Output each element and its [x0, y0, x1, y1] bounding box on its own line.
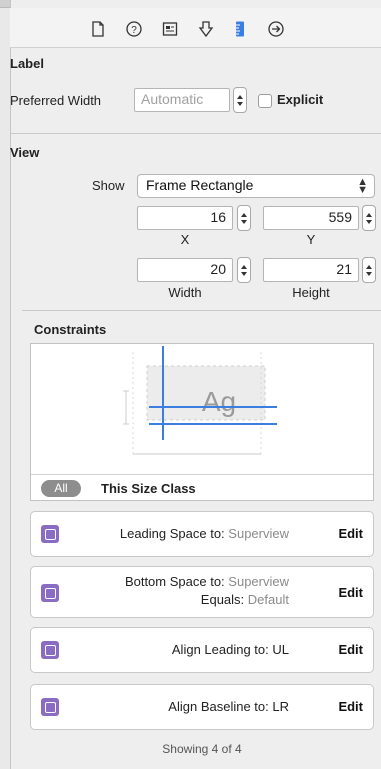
- constraint-row-align-leading[interactable]: Align Leading to: UL Edit: [30, 627, 374, 673]
- y-label: Y: [306, 232, 316, 247]
- edit-button[interactable]: Edit: [338, 585, 363, 600]
- constraint-row-bottom-space[interactable]: Bottom Space to: Superview Equals: Defau…: [30, 566, 374, 618]
- constraints-section-title: Constraints: [34, 322, 107, 337]
- attributes-icon: [198, 21, 214, 38]
- constraint-equals-text: Equals: Default: [200, 592, 289, 607]
- inspector-tab-bar: ?: [10, 8, 381, 48]
- width-label: Width: [168, 285, 202, 300]
- constraints-count: Showing 4 of 4: [162, 742, 242, 756]
- height-field[interactable]: 21: [263, 258, 359, 282]
- constraint-diagram: Ag: [123, 346, 277, 455]
- width-stepper[interactable]: [237, 257, 251, 283]
- id-card-icon: [162, 22, 178, 36]
- width-field[interactable]: 20: [137, 258, 233, 282]
- section-divider: [22, 310, 381, 311]
- attributes-inspector-tab[interactable]: [195, 18, 217, 40]
- height-stepper[interactable]: [362, 257, 376, 283]
- constraints-preview: Ag All This Size Class: [30, 343, 374, 501]
- label-section-title: Label: [10, 56, 44, 71]
- this-size-class-toggle[interactable]: This Size Class: [101, 481, 196, 496]
- view-section-title: View: [10, 145, 40, 160]
- preview-sample-text: Ag: [202, 386, 236, 417]
- preferred-width-field[interactable]: Automatic: [134, 88, 230, 112]
- explicit-label: Explicit: [277, 92, 324, 107]
- height-label: Height: [292, 285, 330, 300]
- show-popup-value: Frame Rectangle: [146, 177, 254, 193]
- preview-divider: [31, 474, 373, 475]
- y-stepper[interactable]: [362, 205, 376, 231]
- constraint-text: Align Leading to: UL: [171, 642, 289, 657]
- identity-inspector-tab[interactable]: [159, 18, 181, 40]
- size-inspector-tab[interactable]: [229, 18, 251, 40]
- y-field[interactable]: 559: [263, 206, 359, 230]
- constraint-text: Leading Space to: Superview: [119, 526, 289, 541]
- x-label: X: [180, 232, 190, 247]
- quick-help-tab[interactable]: ?: [123, 18, 145, 40]
- all-size-classes-toggle[interactable]: All: [41, 480, 81, 497]
- x-stepper[interactable]: [237, 205, 251, 231]
- show-popup[interactable]: Frame Rectangle ▲ ▼: [137, 174, 375, 198]
- x-field[interactable]: 16: [137, 206, 233, 230]
- explicit-checkbox[interactable]: [258, 94, 272, 108]
- section-divider: [10, 133, 381, 134]
- help-icon: ?: [126, 21, 142, 37]
- connections-inspector-tab[interactable]: [265, 18, 287, 40]
- constraint-leading-icon: [41, 525, 59, 543]
- preferred-width-stepper[interactable]: [233, 87, 247, 113]
- popup-arrows-icon: ▲ ▼: [357, 176, 368, 196]
- constraint-text: Align Baseline to: LR: [168, 699, 289, 714]
- svg-text:?: ?: [131, 25, 137, 36]
- constraint-align-baseline-icon: [41, 698, 59, 716]
- edit-button[interactable]: Edit: [338, 699, 363, 714]
- arrow-circle-icon: [268, 21, 284, 37]
- constraint-text: Bottom Space to: Superview: [124, 574, 289, 589]
- constraint-row-align-baseline[interactable]: Align Baseline to: LR Edit: [30, 684, 374, 730]
- constraint-bottom-icon: [41, 584, 59, 602]
- preferred-width-label: Preferred Width: [10, 93, 102, 108]
- file-icon: [92, 21, 104, 37]
- show-label: Show: [92, 178, 125, 193]
- edit-button[interactable]: Edit: [338, 526, 363, 541]
- constraint-align-leading-icon: [41, 641, 59, 659]
- constraint-row-leading-space[interactable]: Leading Space to: Superview Edit: [30, 511, 374, 557]
- edit-button[interactable]: Edit: [338, 642, 363, 657]
- file-inspector-tab[interactable]: [87, 18, 109, 40]
- ruler-icon: [236, 21, 244, 37]
